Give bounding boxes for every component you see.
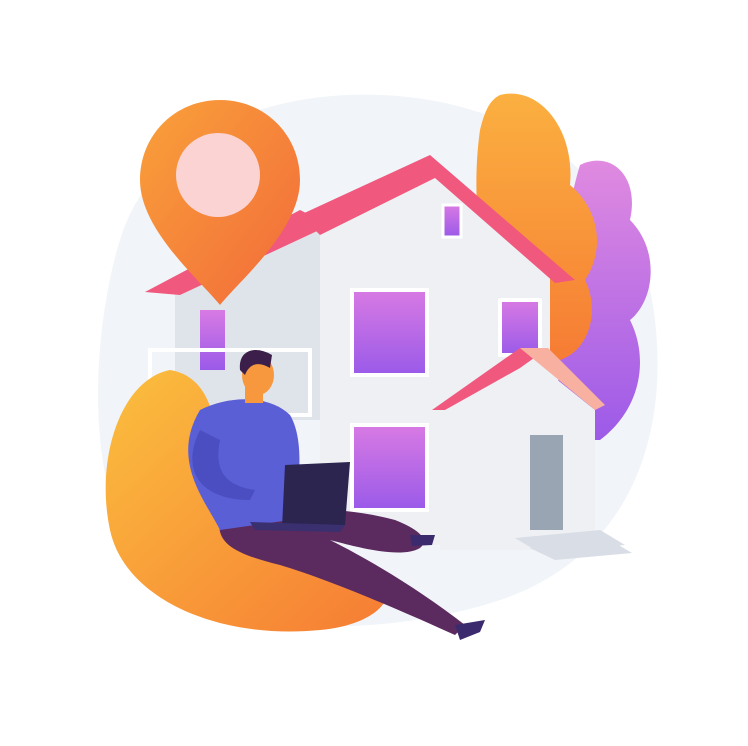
laptop-screen (282, 462, 350, 528)
person-shoe (410, 535, 435, 546)
door[interactable] (530, 435, 563, 530)
location-pin-center (176, 133, 260, 217)
window-upper-left (350, 288, 429, 377)
window-lower-left (350, 423, 429, 512)
work-from-home-illustration (98, 93, 658, 640)
window-upper-right (498, 298, 542, 357)
attic-window (441, 203, 463, 239)
side-window (200, 310, 225, 370)
